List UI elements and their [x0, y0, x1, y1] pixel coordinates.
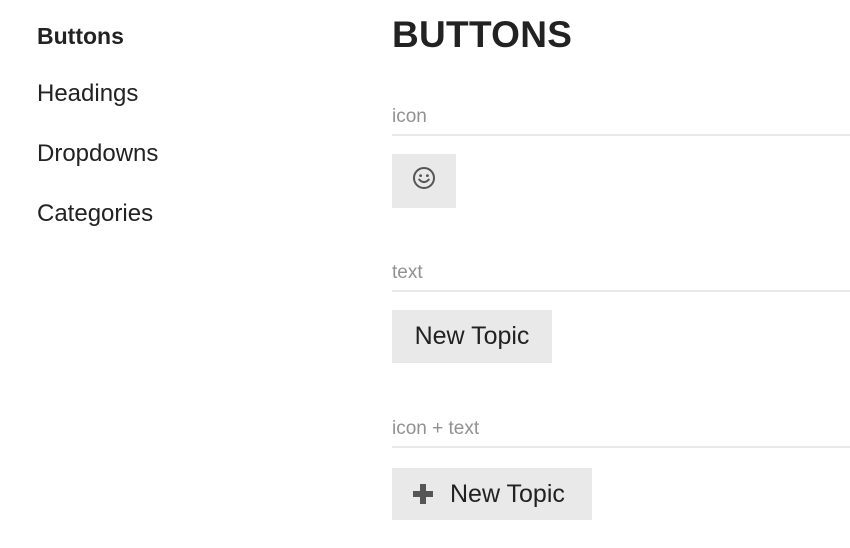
- button-label: New Topic: [450, 479, 565, 508]
- sidebar-item-categories[interactable]: Categories: [37, 200, 158, 228]
- section-icon-text: icon + text: [392, 418, 850, 448]
- sidebar-item-buttons[interactable]: Buttons: [37, 22, 158, 50]
- section-label: icon: [392, 106, 850, 136]
- new-topic-with-icon-button[interactable]: New Topic: [392, 468, 592, 520]
- page-title: BUTTONS: [392, 14, 573, 55]
- sidebar-item-dropdowns[interactable]: Dropdowns: [37, 140, 158, 168]
- sidebar-item-headings[interactable]: Headings: [37, 80, 158, 108]
- section-label: icon + text: [392, 418, 850, 448]
- new-topic-button[interactable]: New Topic: [392, 310, 552, 363]
- section-text: text: [392, 262, 850, 292]
- sidebar-nav: Buttons Headings Dropdowns Categories: [37, 22, 158, 228]
- section-icon: icon: [392, 106, 850, 136]
- smile-icon-button[interactable]: [392, 154, 456, 208]
- section-label: text: [392, 262, 850, 292]
- smile-icon: [412, 166, 436, 197]
- plus-icon: [412, 483, 434, 505]
